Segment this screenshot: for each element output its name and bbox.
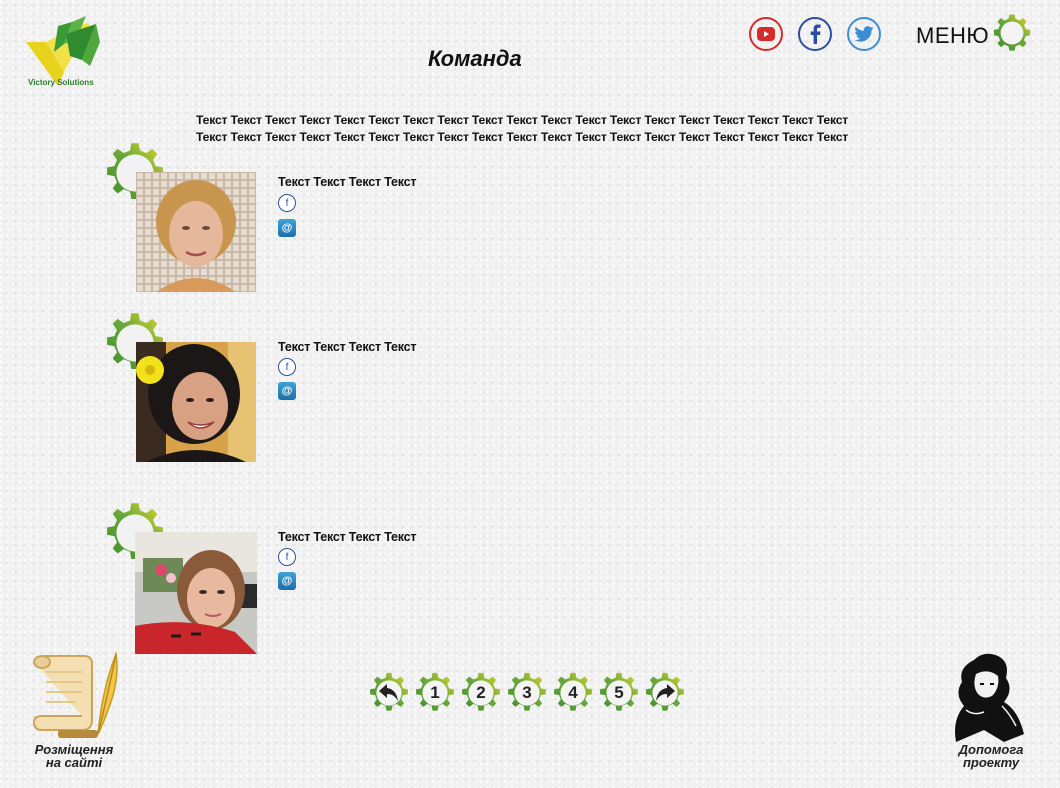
placement-label-line-2: на сайті [45, 755, 103, 770]
email-icon: @ [281, 575, 293, 587]
support-project-link-label[interactable]: Допомога проекту [944, 743, 1038, 769]
facebook-icon: f [285, 197, 289, 209]
email-icon: @ [281, 222, 293, 234]
facebook-icon [810, 24, 821, 44]
page-2-button[interactable]: 2 [460, 672, 502, 714]
member-photo [135, 532, 257, 654]
portrait-icon[interactable] [944, 650, 1028, 744]
scroll-quill-icon[interactable] [28, 650, 120, 742]
member-email-link[interactable]: @ [278, 572, 296, 590]
team-member-card: Текст Текст Текст Текст f @ [104, 142, 524, 302]
page-1-button[interactable]: 1 [414, 672, 456, 714]
member-email-link[interactable]: @ [278, 382, 296, 400]
menu-button-label[interactable]: МЕНЮ [916, 23, 989, 49]
page-number: 2 [476, 683, 486, 702]
page-number: 4 [568, 683, 578, 702]
page-number: 1 [430, 683, 440, 702]
prev-page-button[interactable] [368, 672, 410, 714]
member-name: Текст Текст Текст Текст [278, 530, 417, 544]
youtube-icon [757, 27, 775, 41]
page-number: 5 [614, 683, 624, 702]
arrow-forward-icon [656, 684, 675, 701]
page-number: 3 [522, 683, 532, 702]
facebook-icon: f [285, 551, 289, 563]
intro-line-1: Текст Текст Текст Текст Текст Текст Текс… [196, 113, 849, 127]
support-label-line-2: проекту [962, 755, 1020, 770]
member-photo [136, 172, 256, 292]
team-member-card: Текст Текст Текст Текст f @ [104, 312, 524, 472]
member-name: Текст Текст Текст Текст [278, 340, 417, 354]
page-4-button[interactable]: 4 [552, 672, 594, 714]
page-title: Команда [428, 46, 522, 71]
intro-text: Текст Текст Текст Текст Текст Текст Текс… [196, 112, 856, 146]
pagination: 1 2 3 4 5 [368, 672, 686, 714]
member-facebook-link[interactable]: f [278, 194, 296, 212]
twitter-icon [854, 26, 874, 42]
facebook-button[interactable] [798, 17, 832, 51]
next-page-button[interactable] [644, 672, 686, 714]
facebook-icon: f [285, 361, 289, 373]
youtube-button[interactable] [749, 17, 783, 51]
placement-link-label[interactable]: Розміщення на сайті [24, 743, 124, 769]
member-facebook-link[interactable]: f [278, 358, 296, 376]
member-name: Текст Текст Текст Текст [278, 175, 417, 189]
member-facebook-link[interactable]: f [278, 548, 296, 566]
page-5-button[interactable]: 5 [598, 672, 640, 714]
member-photo [136, 342, 256, 462]
page-3-button[interactable]: 3 [506, 672, 548, 714]
logo-text: Victory Solutions [28, 78, 94, 87]
email-icon: @ [281, 385, 293, 397]
menu-gear-icon[interactable] [990, 11, 1034, 55]
twitter-button[interactable] [847, 17, 881, 51]
arrow-back-icon [379, 684, 398, 701]
member-email-link[interactable]: @ [278, 219, 296, 237]
team-member-card: Текст Текст Текст Текст f @ [104, 502, 524, 662]
